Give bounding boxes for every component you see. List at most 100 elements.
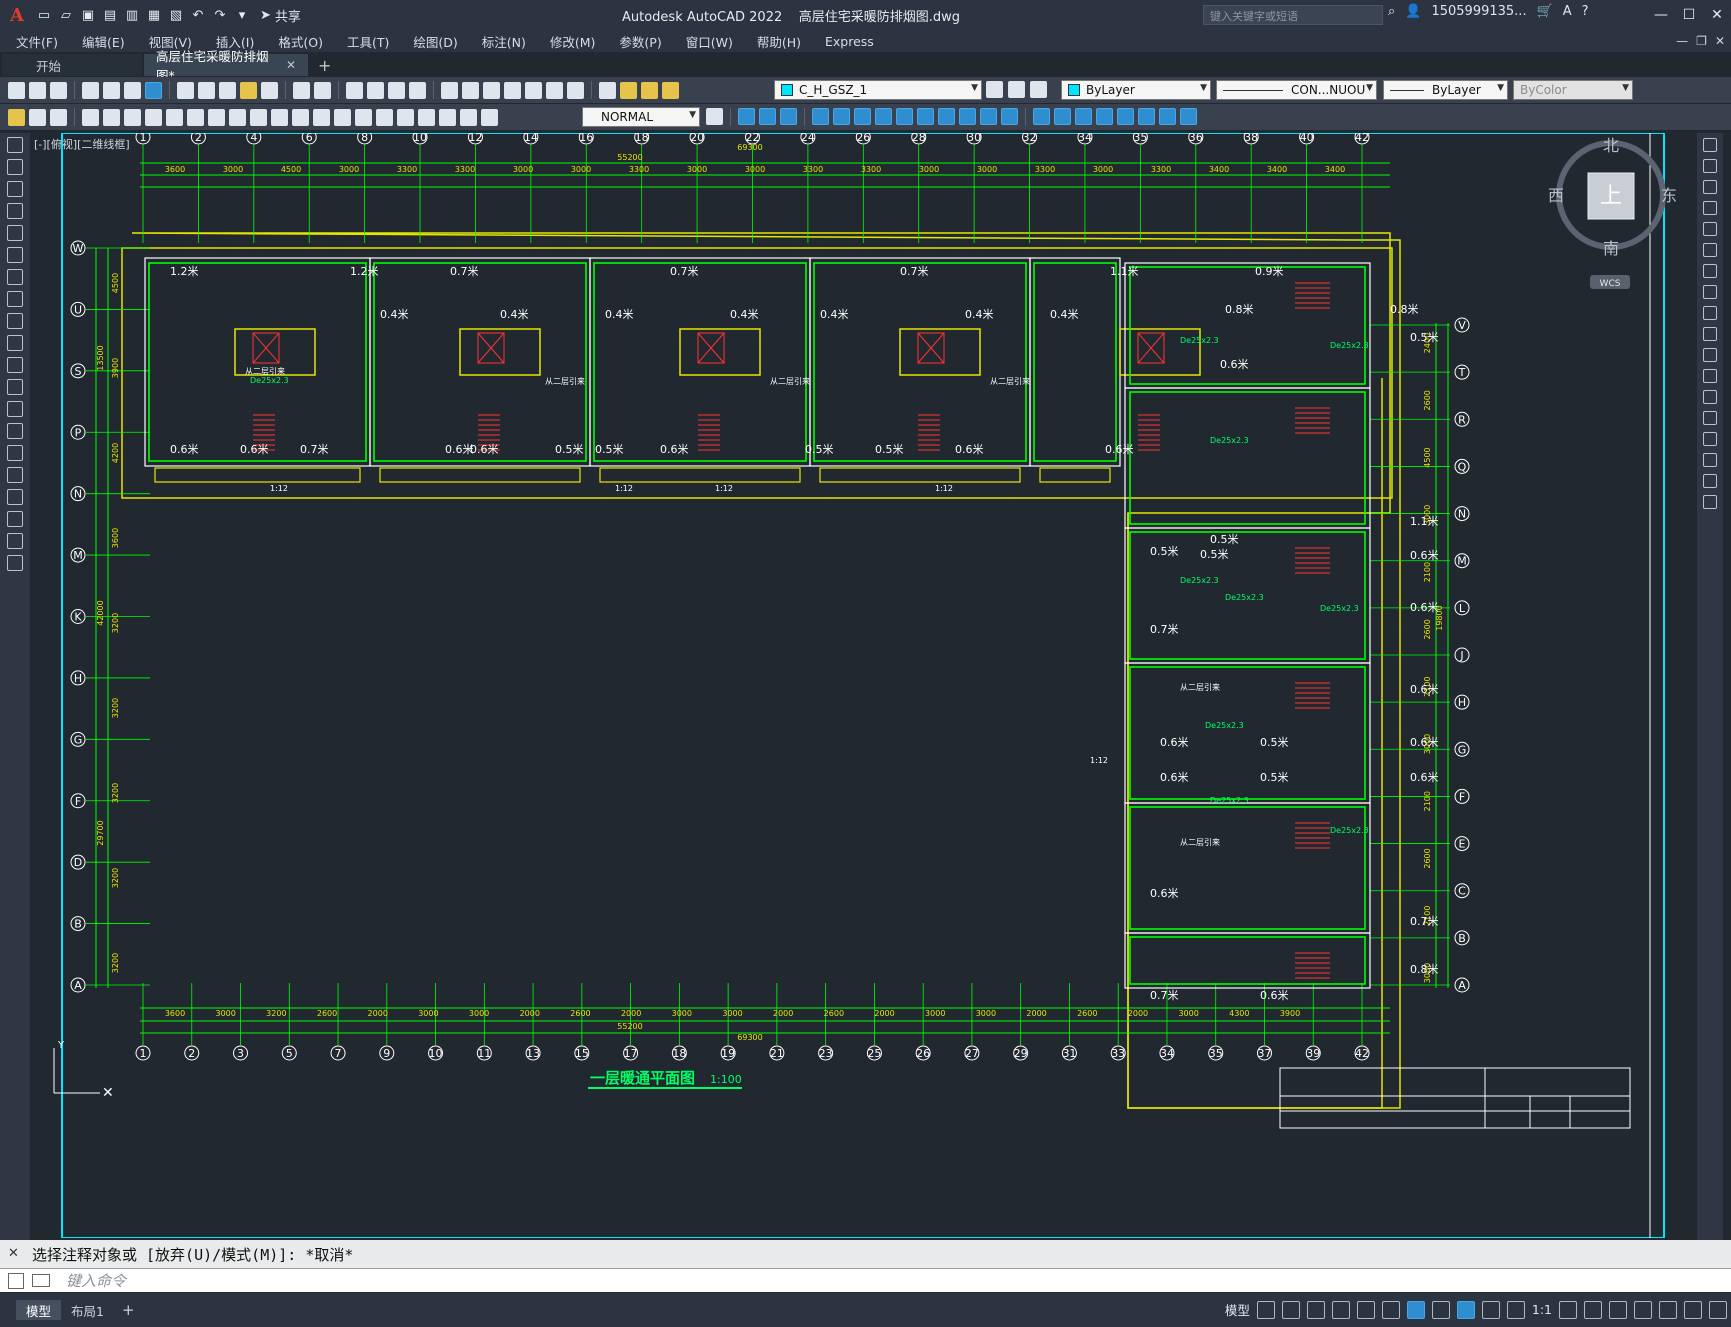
table-style-icon[interactable] bbox=[50, 108, 67, 126]
search-icon[interactable]: ⌕ bbox=[1388, 4, 1395, 19]
menu-window[interactable]: 窗口(W) bbox=[686, 32, 733, 51]
baseline-dim-icon[interactable] bbox=[271, 108, 288, 126]
table-icon[interactable] bbox=[7, 511, 23, 527]
make-block-icon[interactable] bbox=[7, 401, 23, 417]
hardware-accel-icon[interactable] bbox=[1634, 1300, 1652, 1319]
mirror-icon[interactable] bbox=[780, 108, 797, 125]
save-as-icon[interactable]: ▤ bbox=[100, 5, 120, 25]
move-icon[interactable] bbox=[1703, 243, 1717, 257]
rectangle-icon[interactable] bbox=[7, 225, 23, 241]
color-dropdown[interactable]: ByLayer ▼ bbox=[1061, 80, 1211, 100]
dimension-style-icon[interactable] bbox=[8, 108, 25, 126]
customize-qat-icon[interactable]: ▾ bbox=[232, 5, 252, 25]
diameter-dim-icon[interactable] bbox=[208, 108, 225, 126]
sheet-set-icon[interactable] bbox=[504, 81, 521, 99]
close-command-icon[interactable]: ✕ bbox=[8, 1246, 19, 1261]
scale-value[interactable]: 1:1 bbox=[1532, 1302, 1552, 1317]
annotation-visibility-icon[interactable] bbox=[1456, 1300, 1475, 1319]
maximize-icon[interactable]: ☐ bbox=[1675, 0, 1703, 30]
cut-icon[interactable] bbox=[177, 81, 194, 99]
layer-freeze-icon[interactable] bbox=[641, 81, 658, 99]
quickcalc-icon[interactable] bbox=[546, 81, 563, 99]
layer-lock-icon[interactable] bbox=[662, 81, 679, 99]
ellipse-arc-icon[interactable] bbox=[7, 357, 23, 373]
dimstyle-dropdown[interactable]: NORMAL ▼ bbox=[582, 107, 700, 127]
radius-dim-icon[interactable] bbox=[166, 108, 183, 126]
hamburger-menu-icon[interactable] bbox=[1709, 1300, 1727, 1319]
help-icon[interactable] bbox=[567, 81, 584, 99]
undo-icon[interactable]: ↶ bbox=[188, 5, 208, 25]
dim-edit-icon[interactable] bbox=[439, 108, 456, 126]
linetype-dropdown[interactable]: CON...NUOU ▼ bbox=[1216, 80, 1377, 100]
save-icon[interactable] bbox=[50, 81, 67, 99]
model-space-button[interactable]: 模型 bbox=[1225, 1300, 1250, 1319]
dim-update-icon[interactable] bbox=[481, 108, 498, 126]
osnap-tracking-icon[interactable] bbox=[1381, 1300, 1400, 1319]
jogged-dim-icon[interactable] bbox=[187, 108, 204, 126]
open-icon[interactable] bbox=[29, 81, 46, 99]
break-at-point-icon[interactable] bbox=[1703, 369, 1717, 383]
revision-cloud-icon[interactable] bbox=[7, 291, 23, 307]
copy-icon[interactable] bbox=[198, 81, 215, 99]
break-icon[interactable] bbox=[1703, 390, 1717, 404]
offset-icon[interactable] bbox=[1703, 201, 1717, 215]
ordinate-dim-icon[interactable] bbox=[145, 108, 162, 126]
bring-front-icon[interactable] bbox=[1117, 108, 1134, 125]
extend-icon[interactable] bbox=[1703, 348, 1717, 362]
viewcube-west[interactable]: 西 bbox=[1548, 186, 1564, 205]
array-icon[interactable] bbox=[1703, 222, 1717, 236]
tab-model[interactable]: 模型 bbox=[16, 1300, 62, 1320]
fillet-icon[interactable] bbox=[1054, 108, 1071, 125]
user-name[interactable]: 1505999135... bbox=[1431, 4, 1526, 19]
tab-layout1[interactable]: 布局1 bbox=[61, 1300, 114, 1320]
polyline-icon[interactable] bbox=[7, 181, 23, 197]
drawing-canvas[interactable]: [-][俯视][二维线框] 1 2 4 6 8 10 12 14 16 18 20 22 24 26 28 3… bbox=[30, 133, 1697, 1238]
cart-icon[interactable]: 🛒 bbox=[1537, 4, 1553, 19]
open-file-icon[interactable]: ▱ bbox=[56, 5, 76, 25]
arc-length-icon[interactable] bbox=[124, 108, 141, 126]
region-icon[interactable] bbox=[7, 489, 23, 505]
tab-start[interactable]: 开始 bbox=[2, 54, 142, 76]
inspection-icon[interactable] bbox=[397, 108, 414, 126]
plot-icon[interactable] bbox=[82, 81, 99, 99]
plotstyle-dropdown[interactable]: ByColor ▼ bbox=[1513, 80, 1633, 100]
polar-icon[interactable] bbox=[1331, 1300, 1350, 1319]
undo-icon[interactable] bbox=[293, 81, 310, 99]
dim-style-update-icon[interactable] bbox=[706, 108, 723, 125]
gradient-icon[interactable] bbox=[7, 467, 23, 483]
minimize-icon[interactable]: — bbox=[1647, 0, 1675, 30]
offset-icon[interactable] bbox=[812, 108, 829, 125]
explode-icon[interactable] bbox=[1075, 108, 1092, 125]
redo-icon[interactable]: ↷ bbox=[210, 5, 230, 25]
hatch-icon[interactable] bbox=[7, 445, 23, 461]
tolerance-icon[interactable] bbox=[355, 108, 372, 126]
menu-express[interactable]: Express bbox=[825, 34, 874, 49]
match-properties-icon[interactable] bbox=[240, 81, 257, 99]
insert-block-icon[interactable] bbox=[7, 379, 23, 395]
close-tab-icon[interactable]: ✕ bbox=[286, 58, 296, 72]
rotate-icon[interactable] bbox=[875, 108, 892, 125]
menu-draw[interactable]: 绘图(D) bbox=[413, 32, 457, 51]
hatch-back-icon[interactable] bbox=[1180, 108, 1197, 125]
text-style-icon[interactable] bbox=[29, 108, 46, 126]
join-icon[interactable] bbox=[1001, 108, 1018, 125]
polygon-icon[interactable] bbox=[7, 203, 23, 219]
stretch-icon[interactable] bbox=[917, 108, 934, 125]
isodraft-icon[interactable] bbox=[1356, 1300, 1375, 1319]
draworder-icon[interactable] bbox=[1096, 108, 1113, 125]
paste-icon[interactable] bbox=[219, 81, 236, 99]
scale-icon[interactable] bbox=[896, 108, 913, 125]
menu-parametric[interactable]: 参数(P) bbox=[619, 32, 661, 51]
user-icon[interactable]: 👤 bbox=[1405, 4, 1421, 19]
gear-icon[interactable] bbox=[1559, 1300, 1577, 1319]
block-editor-icon[interactable] bbox=[261, 81, 278, 99]
tab-drawing[interactable]: 高层住宅采暖防排烟图* ✕ bbox=[144, 49, 308, 83]
erase-icon[interactable] bbox=[738, 108, 755, 125]
tool-palettes-icon[interactable] bbox=[483, 81, 500, 99]
layer-properties-icon[interactable] bbox=[599, 81, 616, 99]
units-icon[interactable] bbox=[1609, 1300, 1627, 1319]
new-tab-button[interactable]: + bbox=[318, 54, 331, 76]
search-input[interactable]: 键入关键字或短语 bbox=[1203, 5, 1383, 25]
menu-dimension[interactable]: 标注(N) bbox=[482, 32, 526, 51]
move-icon[interactable] bbox=[854, 108, 871, 125]
